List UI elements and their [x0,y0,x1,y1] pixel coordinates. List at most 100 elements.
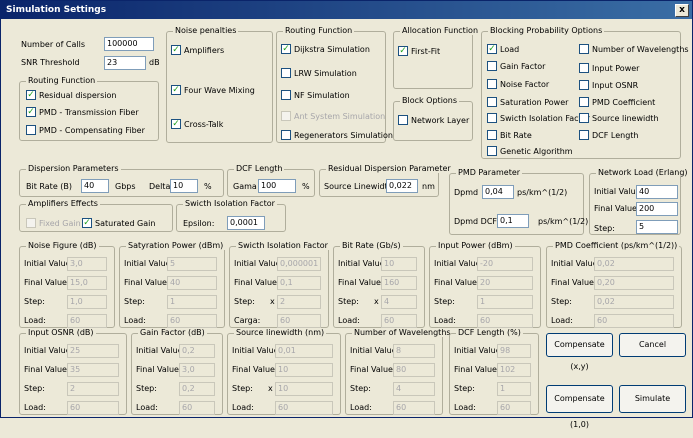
routing-checkbox-1[interactable] [281,68,291,78]
noise-checkbox-1[interactable]: ✓ [171,85,181,95]
blocking-left-checkbox-3[interactable] [487,97,497,107]
row1-4-input-1[interactable]: 20 [477,276,533,290]
row1-0-input-3[interactable]: 60 [67,314,107,328]
dpmd-input[interactable]: 0,04 [482,185,514,199]
row2-4-input-0[interactable]: 98 [497,344,531,358]
row1-4-input-0[interactable]: -20 [477,257,533,271]
cancel-button[interactable]: Cancel [619,333,686,357]
row1-0-input-2[interactable]: 1,0 [67,295,107,309]
row2-1-input-2[interactable]: 0,2 [179,382,215,396]
row1-3-input-1[interactable]: 160 [381,276,417,290]
fixed-gain-checkbox[interactable] [26,218,36,228]
load-initial-input[interactable]: 40 [636,185,678,199]
network-layer-checkbox[interactable] [398,115,408,125]
blocking-left-checkbox-2[interactable] [487,79,497,89]
row2-4-input-2[interactable]: 1 [497,382,531,396]
row2-1-input-0[interactable]: 0,2 [179,344,215,358]
row1-1-label-2: Step: [124,297,145,306]
row1-4-input-2[interactable]: 1 [477,295,533,309]
blocking-left-checkbox-6[interactable] [487,146,497,156]
row1-5-input-2[interactable]: 0,02 [594,295,674,309]
row2-3-label-2: Step: [350,384,371,393]
bitrate-input[interactable]: 40 [81,179,109,193]
blocking-left-checkbox-4[interactable] [487,113,497,123]
row2-0-label-1: Final Value: [24,365,70,374]
epsilon-input[interactable]: 0,0001 [227,216,265,230]
close-icon[interactable]: x [675,4,689,17]
compensate-xy-button[interactable]: Compensate (x,y) [546,333,613,371]
routing-small-checkbox-0[interactable]: ✓ [26,90,36,100]
row1-5-input-3[interactable]: 60 [594,314,674,328]
routing-checkbox-2[interactable] [281,90,291,100]
row1-2-input-3[interactable]: 60 [277,314,321,328]
row2-0-input-1[interactable]: 35 [67,363,119,377]
row1-1-input-2[interactable]: 1 [167,295,217,309]
blocking-right-checkbox-4[interactable] [579,113,589,123]
row2-0-input-3[interactable]: 60 [67,401,119,415]
row2-2-input-3[interactable]: 60 [275,401,333,415]
row1-1-input-0[interactable]: 5 [167,257,217,271]
dpmd-dcf-input[interactable]: 0,1 [497,214,529,228]
blocking-right-checkbox-5[interactable] [579,130,589,140]
row2-4-input-1[interactable]: 102 [497,363,531,377]
noise-checkbox-2[interactable]: ✓ [171,119,181,129]
row1-4-input-3[interactable]: 60 [477,314,533,328]
row2-1-input-1[interactable]: 3,0 [179,363,215,377]
saturated-gain-checkbox[interactable]: ✓ [82,218,92,228]
blocking-right-checkbox-3[interactable] [579,97,589,107]
blocking-left-checkbox-0[interactable]: ✓ [487,44,497,54]
routing-small-checkbox-2[interactable] [26,125,36,135]
row2-1-input-3[interactable]: 60 [179,401,215,415]
routing-checkbox-0[interactable]: ✓ [281,44,291,54]
simulate-button[interactable]: Simulate [619,385,686,413]
row2-3-input-3[interactable]: 60 [393,401,435,415]
row2-3-input-2[interactable]: 4 [393,382,435,396]
row1-1-input-3[interactable]: 60 [167,314,217,328]
load-step-input[interactable]: 5 [636,220,678,234]
row1-3-input-0[interactable]: 10 [381,257,417,271]
first-fit-checkbox[interactable]: ✓ [398,46,408,56]
noise-checkbox-0[interactable]: ✓ [171,45,181,55]
blocking-left-checkbox-1[interactable] [487,61,497,71]
row1-3-input-3[interactable]: 60 [381,314,417,328]
blocking-right-checkbox-2[interactable] [579,80,589,90]
delta-input[interactable]: 10 [170,179,198,193]
row2-2-input-2[interactable]: 10 [275,382,333,396]
load-final-input[interactable]: 200 [636,202,678,216]
row2-2-input-1[interactable]: 10 [275,363,333,377]
calls-input[interactable]: 100000 [104,37,154,51]
gama-input[interactable]: 100 [258,179,296,193]
row1-1-input-1[interactable]: 40 [167,276,217,290]
routing-checkbox-3[interactable] [281,111,291,121]
row1-2-input-0[interactable]: 0,000001 [277,257,321,271]
snr-unit: dB [149,58,160,67]
blocking-right-label-0: Number of Wavelengths [592,45,689,54]
compensate-10-button[interactable]: Compensate (1,0) [546,385,613,429]
row2-3-input-1[interactable]: 80 [393,363,435,377]
blocking-left-checkbox-5[interactable] [487,130,497,140]
row2-0-input-0[interactable]: 25 [67,344,119,358]
row2-2-input-0[interactable]: 0,01 [275,344,333,358]
blocking-right-label-1: Input Power [592,64,640,73]
source-linewidth-input[interactable]: 0,022 [386,179,418,193]
row1-2-input-1[interactable]: 0,1 [277,276,321,290]
amplifiers-effects-title: Amplifiers Effects [26,199,100,208]
row1-5-input-1[interactable]: 0,20 [594,276,674,290]
row2-0-input-2[interactable]: 2 [67,382,119,396]
routing-small-checkbox-1[interactable]: ✓ [26,107,36,117]
row1-2-input-2[interactable]: 2 [277,295,321,309]
snr-input[interactable]: 23 [104,56,146,70]
row1-5-input-0[interactable]: 0,02 [594,257,674,271]
row1-3-input-2[interactable]: 4 [381,295,417,309]
calls-label: Number of Calls [21,40,86,49]
row2-0-label-2: Step: [24,384,45,393]
row2-4-label-1: Final Value: [454,365,500,374]
blocking-right-checkbox-1[interactable] [579,63,589,73]
row2-3-input-0[interactable]: 8 [393,344,435,358]
bitrate-label: Bit Rate (B) [26,182,73,191]
row1-0-input-0[interactable]: 3,0 [67,257,107,271]
row2-4-input-3[interactable]: 60 [497,401,531,415]
row1-0-input-1[interactable]: 15,0 [67,276,107,290]
routing-checkbox-4[interactable] [281,130,291,140]
blocking-right-checkbox-0[interactable] [579,44,589,54]
